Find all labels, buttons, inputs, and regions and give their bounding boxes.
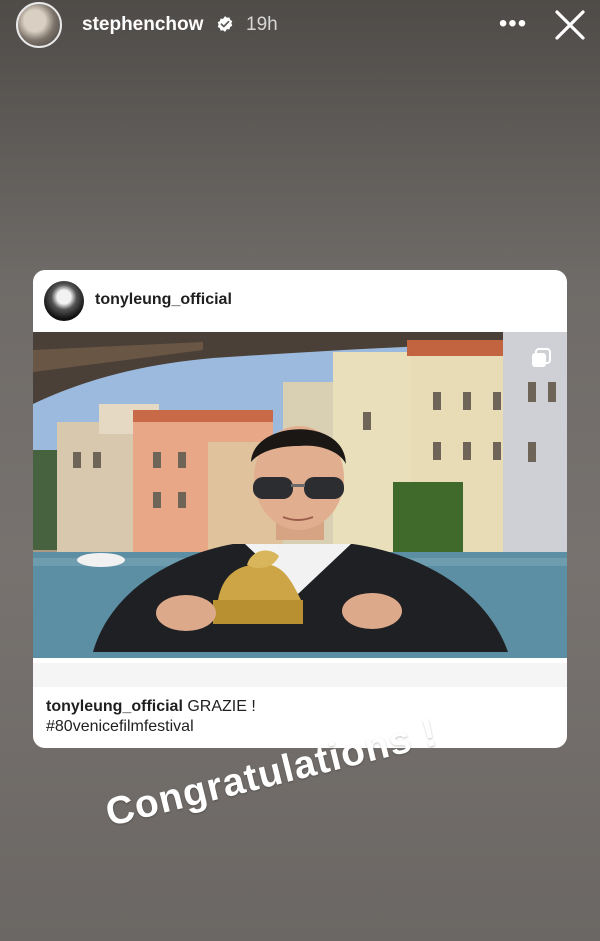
post-image[interactable] bbox=[33, 332, 567, 687]
caption-hashtag[interactable]: #80venicefilmfestival bbox=[46, 717, 546, 737]
more-icon[interactable]: ••• bbox=[498, 10, 528, 38]
multi-image-icon bbox=[532, 348, 551, 367]
post-username[interactable]: tonyleung_official bbox=[95, 291, 232, 309]
post-avatar[interactable] bbox=[44, 281, 84, 321]
post-photo-illustration bbox=[33, 332, 567, 687]
shared-post-card[interactable]: tonyleung_official tonyleung_official GR… bbox=[33, 270, 567, 748]
story-time: 19h bbox=[246, 14, 278, 35]
verified-icon bbox=[217, 16, 233, 32]
story-header: stephenchow 19h ••• bbox=[0, 0, 600, 52]
caption-username[interactable]: tonyleung_official bbox=[46, 698, 183, 715]
post-caption: tonyleung_official GRAZIE ! #80venicefil… bbox=[46, 697, 546, 737]
post-header: tonyleung_official bbox=[33, 270, 567, 332]
story-username[interactable]: stephenchow bbox=[82, 14, 203, 36]
story-avatar[interactable] bbox=[16, 2, 62, 48]
caption-text: GRAZIE ! bbox=[182, 698, 256, 715]
close-icon[interactable] bbox=[553, 8, 587, 42]
caption-line: tonyleung_official GRAZIE ! bbox=[46, 697, 546, 717]
